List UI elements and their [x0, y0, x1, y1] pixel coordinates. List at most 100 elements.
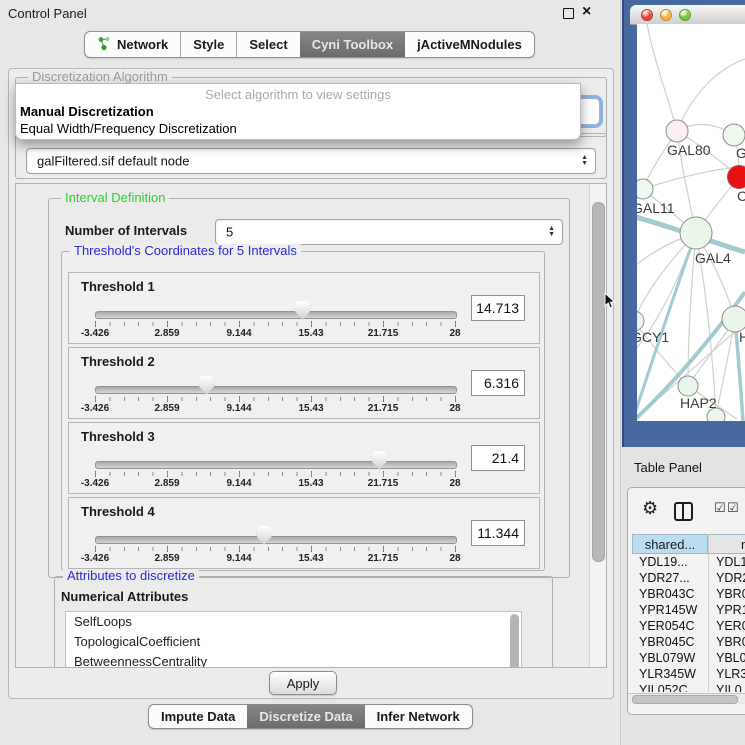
- node-gal80[interactable]: [666, 120, 688, 142]
- cell-name[interactable]: YBR0: [708, 587, 745, 601]
- slider-tick-labels: -3.4262.8599.14415.4321.71528: [95, 478, 456, 490]
- node-label-gal80: GAL80: [667, 142, 711, 158]
- cell-shared-name[interactable]: YER054C: [632, 619, 708, 633]
- table-row[interactable]: YDR27...YDR2: [632, 570, 745, 586]
- threshold-4-slider-track[interactable]: [95, 536, 457, 544]
- scrollpane-scrollbar-track[interactable]: [589, 184, 606, 667]
- threshold-3-value-field[interactable]: 21.4: [471, 445, 525, 471]
- node-red-selected[interactable]: [728, 166, 745, 189]
- threshold-4-label: Threshold 4: [81, 504, 155, 519]
- tab-label: jActiveMNodules: [417, 37, 522, 52]
- slider-tick-labels: -3.4262.8599.14415.4321.71528: [95, 328, 456, 340]
- threshold-1-value-field[interactable]: 14.713: [471, 295, 525, 321]
- table-row[interactable]: YBL079WYBL0: [632, 650, 745, 666]
- tab-jactivemnodules[interactable]: jActiveMNodules: [405, 32, 534, 57]
- tab-network[interactable]: Network: [85, 32, 180, 57]
- menu-item-manual-discretization[interactable]: Manual Discretization: [20, 104, 154, 119]
- gear-icon[interactable]: ⚙: [642, 498, 658, 519]
- menu-item-equal-width-frequency[interactable]: Equal Width/Frequency Discretization: [20, 121, 237, 136]
- slider-tick-label: -3.426: [65, 553, 125, 564]
- mouse-cursor: [604, 292, 616, 315]
- cell-shared-name[interactable]: YIL052C: [632, 683, 708, 692]
- cell-name[interactable]: YBR0: [708, 635, 745, 649]
- table-row[interactable]: YIL052CYIL0: [632, 682, 745, 692]
- node-gal-partial[interactable]: [723, 124, 745, 146]
- tab-impute-data[interactable]: Impute Data: [149, 705, 247, 728]
- cell-shared-name[interactable]: YDL19...: [632, 555, 708, 569]
- table-row[interactable]: YBR043CYBR0: [632, 586, 745, 602]
- network-canvas[interactable]: GAL80 GA C GAL11 GAL4 GCY1 H HAP2: [637, 24, 745, 421]
- number-of-intervals-combobox[interactable]: 5 ▲▼: [215, 219, 563, 245]
- cell-shared-name[interactable]: YPR145W: [632, 603, 708, 617]
- cell-name[interactable]: YDR2: [708, 571, 745, 585]
- slider-tick-labels: -3.4262.8599.14415.4321.71528: [95, 403, 456, 415]
- attribute-list-item[interactable]: BetweennessCentrality: [66, 652, 521, 668]
- tab-discretize-data[interactable]: Discretize Data: [247, 705, 364, 728]
- horizontal-scrollbar-thumb[interactable]: [632, 695, 738, 704]
- cell-shared-name[interactable]: YLR345W: [632, 667, 708, 681]
- node-gal4[interactable]: [680, 217, 712, 249]
- cell-name[interactable]: YBL0: [708, 651, 745, 665]
- cell-shared-name[interactable]: YBL079W: [632, 651, 708, 665]
- window-title: Control Panel: [0, 6, 87, 21]
- table-data-combobox-value: galFiltered.sif default node: [37, 154, 189, 169]
- minimize-traffic-light-icon[interactable]: [660, 9, 672, 21]
- table-row[interactable]: YPR145WYPR1: [632, 602, 745, 618]
- node-gcy1[interactable]: [637, 311, 644, 331]
- cell-name[interactable]: YER0: [708, 619, 745, 633]
- tab-label: Discretize Data: [259, 709, 352, 724]
- tab-label: Infer Network: [377, 709, 460, 724]
- apply-button[interactable]: Apply: [269, 671, 337, 695]
- zoom-traffic-light-icon[interactable]: [679, 9, 691, 21]
- tab-style[interactable]: Style: [180, 32, 236, 57]
- node-hap2[interactable]: [678, 376, 698, 396]
- slider-tick-label: 28: [425, 403, 485, 414]
- cell-name[interactable]: YLR3: [708, 667, 745, 681]
- threshold-1-slider-track[interactable]: [95, 311, 457, 319]
- checkbox-icon[interactable]: ☑: [714, 500, 726, 516]
- attributes-group: Attributes to discretize Numerical Attri…: [54, 576, 553, 668]
- table-row[interactable]: YLR345WYLR3: [632, 666, 745, 682]
- cell-shared-name[interactable]: YBR045C: [632, 635, 708, 649]
- split-view-icon[interactable]: [674, 502, 693, 521]
- horizontal-scrollbar-track[interactable]: [628, 693, 745, 704]
- slider-tick-label: 15.43: [281, 478, 341, 489]
- tab-select[interactable]: Select: [236, 32, 299, 57]
- tab-infer-network[interactable]: Infer Network: [365, 705, 472, 728]
- threshold-2-slider-track[interactable]: [95, 386, 457, 394]
- attribute-list-item[interactable]: TopologicalCoefficient: [66, 632, 521, 652]
- cell-shared-name[interactable]: YBR043C: [632, 587, 708, 601]
- table-row[interactable]: YDL19...YDL1: [632, 554, 745, 570]
- threshold-2-value-field[interactable]: 6.316: [471, 370, 525, 396]
- node-gal11[interactable]: [637, 179, 653, 199]
- threshold-3-slider-track[interactable]: [95, 461, 457, 469]
- cell-name[interactable]: YPR1: [708, 603, 745, 617]
- table-header-row: shared... n: [632, 534, 745, 554]
- table-row[interactable]: YER054CYER0: [632, 618, 745, 634]
- threshold-4-value-field[interactable]: 11.344: [471, 520, 525, 546]
- bottom-tab-bar: Impute Data Discretize Data Infer Networ…: [148, 704, 473, 729]
- slider-tick-label: 2.859: [137, 478, 197, 489]
- cell-shared-name[interactable]: YDR27...: [632, 571, 708, 585]
- slider-tick-label: 15.43: [281, 328, 341, 339]
- scrollpane-scrollbar-thumb[interactable]: [592, 202, 605, 562]
- float-window-icon[interactable]: [563, 8, 574, 19]
- table-data-combobox[interactable]: galFiltered.sif default node ▲▼: [26, 148, 596, 174]
- cell-name[interactable]: YIL0: [708, 683, 745, 692]
- slider-tick-label: 21.715: [353, 553, 413, 564]
- checkbox-icon[interactable]: ☑: [727, 500, 739, 516]
- attribute-list-item[interactable]: SelfLoops: [66, 612, 521, 632]
- slider-tick-label: 9.144: [209, 328, 269, 339]
- cell-name[interactable]: YDL1: [708, 555, 745, 569]
- tab-label: Select: [249, 37, 287, 52]
- column-header-name[interactable]: n: [708, 534, 745, 554]
- list-scrollbar-thumb[interactable]: [510, 614, 519, 668]
- slider-tick-label: 21.715: [353, 328, 413, 339]
- control-panel-titlebar: Control Panel ×: [0, 0, 620, 26]
- network-graph: GAL80 GA C GAL11 GAL4 GCY1 H HAP2: [637, 24, 745, 421]
- table-row[interactable]: YBR045CYBR0: [632, 634, 745, 650]
- column-header-shared-name[interactable]: shared...: [632, 534, 708, 554]
- close-traffic-light-icon[interactable]: [641, 9, 653, 21]
- tab-cyni-toolbox[interactable]: Cyni Toolbox: [300, 32, 405, 57]
- close-icon[interactable]: ×: [582, 3, 591, 21]
